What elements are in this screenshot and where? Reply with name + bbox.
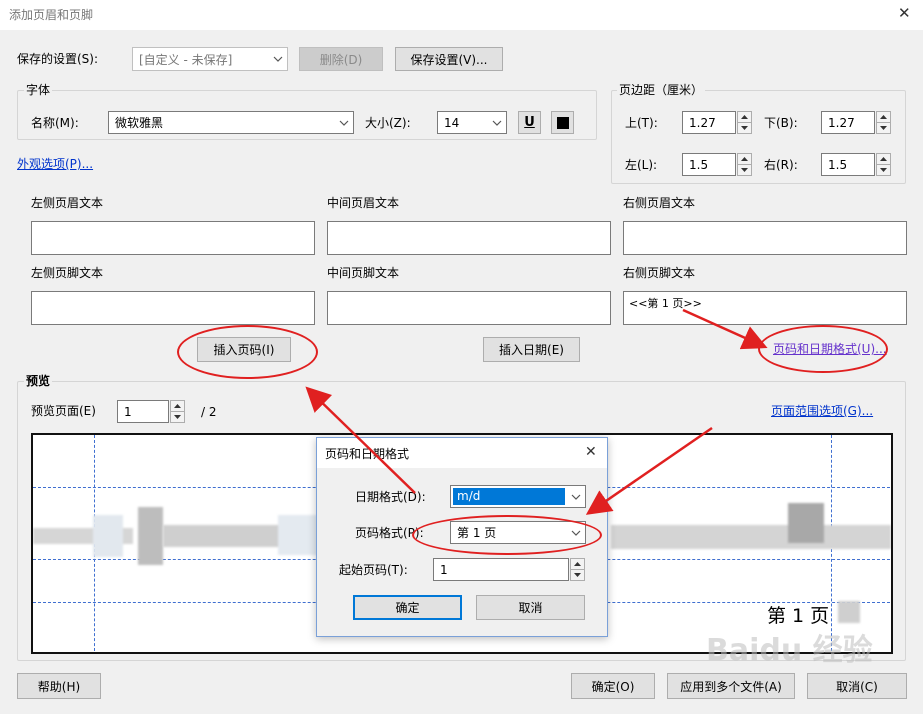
close-icon[interactable]: ✕ bbox=[585, 444, 597, 460]
start-page-spinner[interactable] bbox=[570, 558, 585, 581]
margin-bottom-input[interactable]: 1.27 bbox=[821, 111, 875, 134]
watermark-logo: Baidu 经验 bbox=[706, 633, 873, 668]
center-footer-input[interactable] bbox=[327, 291, 611, 325]
margin-left-input[interactable]: 1.5 bbox=[682, 153, 736, 176]
left-header-input[interactable] bbox=[31, 221, 315, 255]
ok-button[interactable]: 确定(O) bbox=[571, 673, 655, 699]
right-header-label: 右侧页眉文本 bbox=[623, 196, 696, 210]
appearance-options-link[interactable]: 外观选项(P)... bbox=[17, 156, 93, 172]
annotation-ellipse bbox=[758, 325, 888, 373]
chevron-down-icon bbox=[335, 112, 353, 133]
underline-button[interactable]: U bbox=[518, 111, 541, 134]
center-header-input[interactable] bbox=[327, 221, 611, 255]
center-header-label: 中间页眉文本 bbox=[327, 196, 400, 210]
delete-button[interactable]: 删除(D) bbox=[299, 47, 383, 71]
right-header-input[interactable] bbox=[623, 221, 907, 255]
margin-left-label: 左(L): bbox=[625, 158, 658, 172]
spin-down-icon bbox=[171, 412, 184, 423]
subdialog-title-bar: 页码和日期格式 ✕ bbox=[317, 438, 607, 468]
insert-date-button[interactable]: 插入日期(E) bbox=[483, 337, 580, 362]
blurred-content bbox=[788, 503, 824, 543]
font-size-label: 大小(Z): bbox=[365, 116, 411, 130]
right-footer-input[interactable]: <<第 1 页>> bbox=[623, 291, 907, 325]
font-name-label: 名称(M): bbox=[31, 116, 79, 130]
left-header-label: 左侧页眉文本 bbox=[31, 196, 104, 210]
date-format-label: 日期格式(D): bbox=[355, 490, 426, 504]
font-color-button[interactable] bbox=[551, 111, 574, 134]
margin-top-spinner[interactable] bbox=[737, 111, 752, 134]
subdialog-ok-button[interactable]: 确定 bbox=[353, 595, 462, 620]
saved-settings-select[interactable]: [自定义 - 未保存] bbox=[132, 47, 288, 71]
subdialog-title: 页码和日期格式 bbox=[325, 447, 410, 461]
margin-right-label: 右(R): bbox=[764, 158, 798, 172]
margin-left-spinner[interactable] bbox=[737, 153, 752, 176]
chevron-down-icon bbox=[488, 112, 506, 133]
color-swatch-icon bbox=[556, 116, 569, 129]
start-page-label: 起始页码(T): bbox=[339, 563, 408, 577]
annotation-ellipse bbox=[177, 325, 318, 379]
font-size-select[interactable]: 14 bbox=[437, 111, 507, 134]
annotation-ellipse bbox=[412, 515, 602, 555]
date-format-select[interactable]: m/d bbox=[450, 485, 586, 508]
margin-bottom-label: 下(B): bbox=[764, 116, 798, 130]
blurred-content bbox=[93, 515, 123, 557]
left-footer-label: 左侧页脚文本 bbox=[31, 266, 104, 280]
spin-down-icon bbox=[877, 123, 890, 134]
spin-up-icon bbox=[877, 154, 890, 165]
close-icon[interactable]: ✕ bbox=[898, 5, 911, 21]
chevron-down-icon bbox=[269, 48, 287, 70]
blurred-content bbox=[138, 507, 163, 565]
blurred-content bbox=[611, 525, 891, 549]
spin-up-icon bbox=[877, 112, 890, 123]
preview-page-total: / 2 bbox=[201, 405, 217, 419]
start-page-input[interactable]: 1 bbox=[433, 558, 569, 581]
cancel-button[interactable]: 取消(C) bbox=[807, 673, 907, 699]
margin-top-label: 上(T): bbox=[625, 116, 658, 130]
font-name-select[interactable]: 微软雅黑 bbox=[108, 111, 354, 134]
left-footer-input[interactable] bbox=[31, 291, 315, 325]
right-footer-label: 右侧页脚文本 bbox=[623, 266, 696, 280]
font-group-label: 字体 bbox=[24, 82, 53, 98]
window-title: 添加页眉和页脚 bbox=[9, 8, 94, 22]
subdialog-cancel-button[interactable]: 取消 bbox=[476, 595, 585, 620]
blurred-content bbox=[278, 515, 318, 555]
preview-page-input[interactable]: 1 bbox=[117, 400, 169, 423]
underline-icon: U bbox=[524, 115, 535, 130]
title-bar: 添加页眉和页脚 ✕ bbox=[0, 0, 923, 30]
margin-bottom-spinner[interactable] bbox=[876, 111, 891, 134]
spin-up-icon bbox=[171, 401, 184, 412]
blurred-content bbox=[838, 601, 860, 623]
help-button[interactable]: 帮助(H) bbox=[17, 673, 101, 699]
preview-group-label: 预览 bbox=[24, 373, 53, 389]
spin-up-icon bbox=[571, 559, 584, 570]
spin-down-icon bbox=[738, 123, 751, 134]
spin-down-icon bbox=[738, 165, 751, 176]
saved-settings-label: 保存的设置(S): bbox=[17, 52, 99, 66]
margins-group-label: 页边距（厘米） bbox=[617, 82, 706, 98]
preview-page-number: 第 1 页 bbox=[767, 605, 830, 627]
page-range-options-link[interactable]: 页面范围选项(G)... bbox=[771, 403, 873, 419]
center-footer-label: 中间页脚文本 bbox=[327, 266, 400, 280]
spin-down-icon bbox=[571, 570, 584, 581]
spin-down-icon bbox=[877, 165, 890, 176]
spin-up-icon bbox=[738, 112, 751, 123]
save-settings-button[interactable]: 保存设置(V)... bbox=[395, 47, 503, 71]
margin-right-input[interactable]: 1.5 bbox=[821, 153, 875, 176]
spin-up-icon bbox=[738, 154, 751, 165]
margin-top-input[interactable]: 1.27 bbox=[682, 111, 736, 134]
preview-page-spinner[interactable] bbox=[170, 400, 185, 423]
margin-right-spinner[interactable] bbox=[876, 153, 891, 176]
chevron-down-icon bbox=[567, 486, 585, 507]
preview-page-label: 预览页面(E) bbox=[31, 404, 96, 418]
apply-to-multiple-button[interactable]: 应用到多个文件(A) bbox=[667, 673, 795, 699]
